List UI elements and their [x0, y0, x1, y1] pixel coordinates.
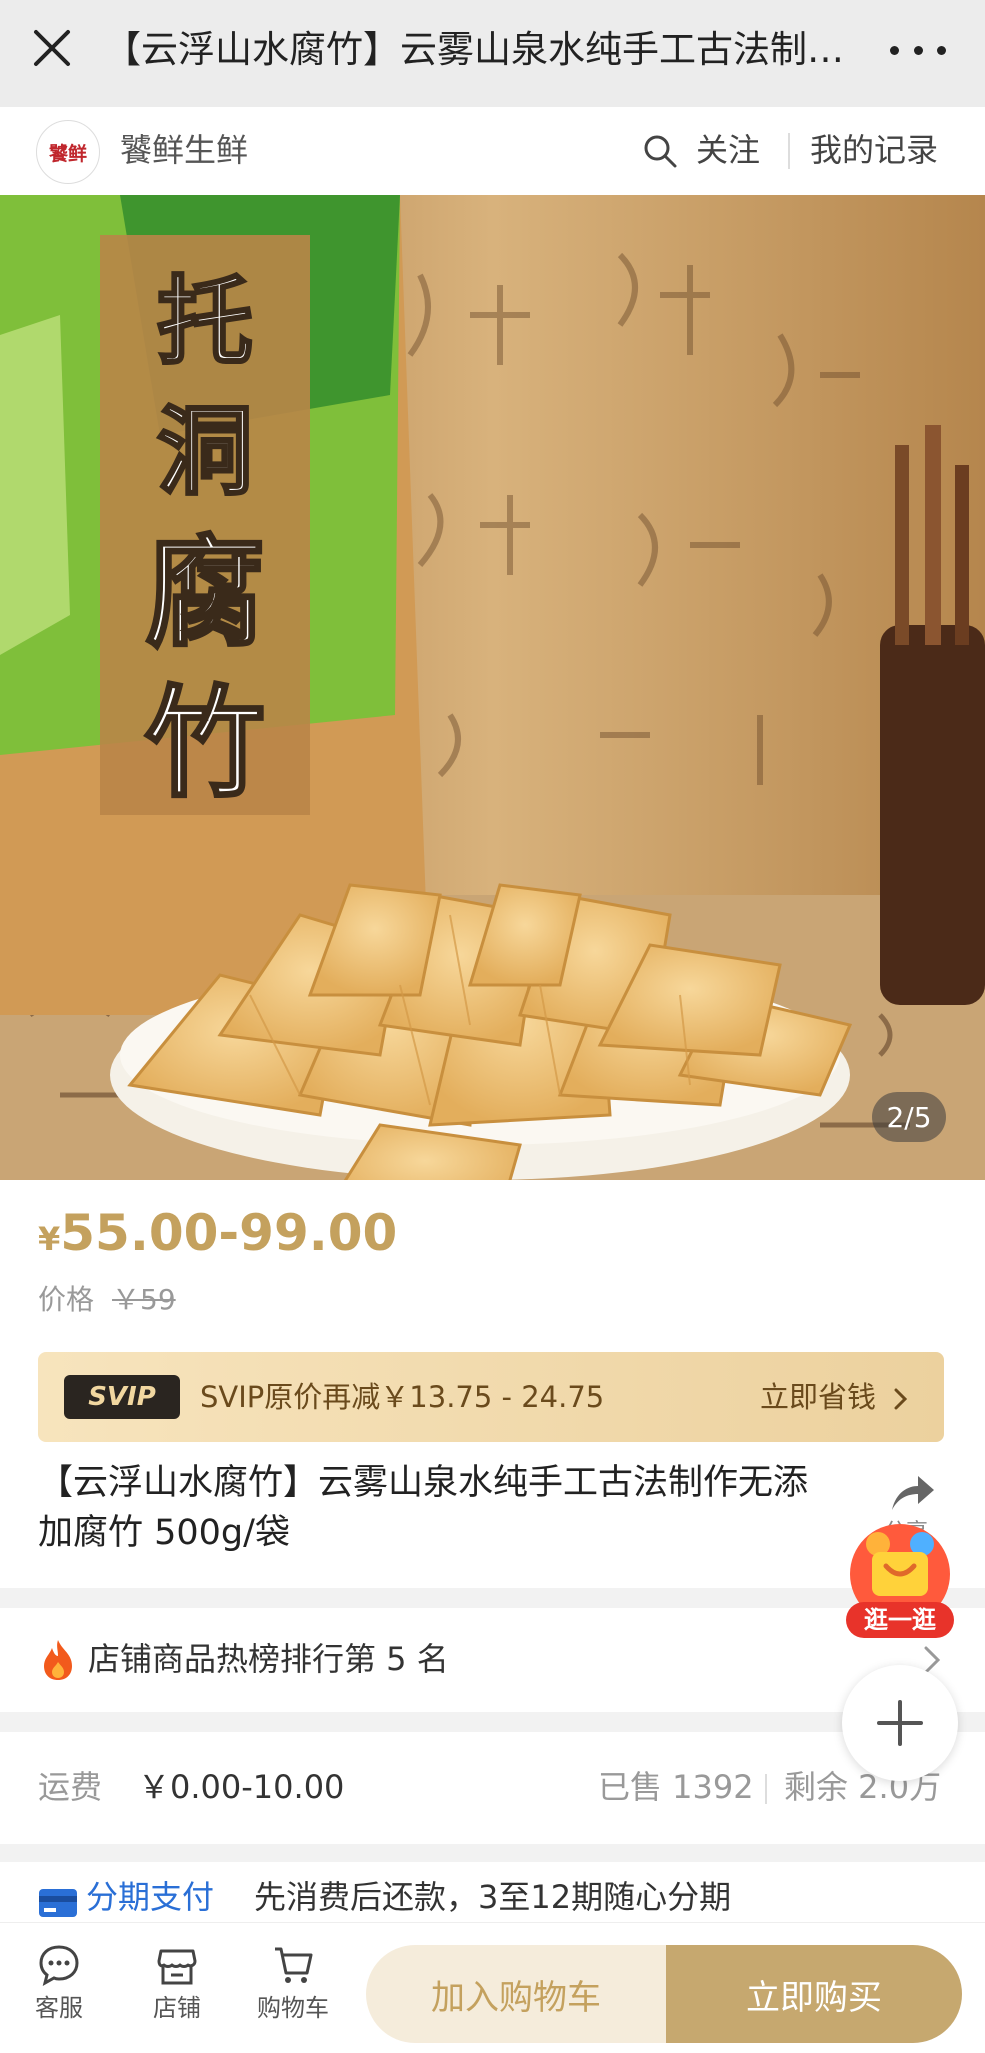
more-icon [890, 45, 899, 55]
svg-text:洞: 洞 [157, 395, 253, 508]
product-photo: 托 洞 腐 竹 [0, 195, 985, 1180]
buy-now-button[interactable]: 立即购买 [666, 1945, 962, 2043]
svip-save-label: 立即省钱 [760, 1380, 877, 1414]
original-price-value: ￥59 [112, 1283, 176, 1316]
more-button[interactable] [890, 30, 946, 70]
product-image[interactable]: 托 洞 腐 竹 [0, 195, 985, 1180]
svip-discount-text: SVIP原价再减￥13.75 - 24.75 [200, 1380, 605, 1414]
svip-banner[interactable]: SVIP SVIP原价再减￥13.75 - 24.75 立即省钱 [38, 1352, 944, 1442]
follow-button[interactable]: 关注 [696, 127, 760, 173]
store-icon [157, 1949, 197, 1985]
browse-button[interactable]: 逛一逛 [838, 1522, 962, 1642]
installment-title: 分期支付 [86, 1878, 215, 1916]
original-price-label: 价格 [38, 1283, 95, 1316]
divider [788, 133, 790, 169]
bottom-action-bar: 客服 店铺 购物车 加入购物车 立即购买 [0, 1922, 985, 2053]
add-to-cart-button[interactable]: 加入购物车 [366, 1945, 666, 2043]
image-page-indicator: 2/5 [872, 1092, 946, 1142]
svg-text:托: 托 [157, 265, 253, 378]
installment-desc: 先消费后还款，3至12期随心分期 [254, 1878, 732, 1916]
title-bar: 【云浮山水腐竹】云雾山泉水纯手工古法制作无添加腐竹 500g/袋 [0, 0, 985, 107]
fire-icon [44, 1640, 72, 1680]
sold-count: 已售 1392 [598, 1768, 754, 1806]
installment-row[interactable]: 分期支付 先消费后还款，3至12期随心分期 [0, 1862, 985, 1922]
tab-store[interactable]: 店铺 [132, 1943, 222, 2025]
shopping-bag-icon: 逛一逛 [846, 1524, 954, 1638]
original-price-row: 价格 ￥59 [38, 1280, 176, 1320]
product-name: 【云浮山水腐竹】云雾山泉水纯手工古法制作无添加腐竹 500g/袋 [38, 1463, 809, 1553]
credit-card-icon [39, 1889, 77, 1917]
my-records-button[interactable]: 我的记录 [810, 127, 938, 173]
page-title: 【云浮山水腐竹】云雾山泉水纯手工古法制作无添加腐竹 500g/袋 [104, 28, 874, 71]
close-icon [34, 30, 70, 66]
tab-label: 客服 [35, 1994, 83, 2022]
svg-text:竹: 竹 [145, 673, 265, 814]
tab-cart[interactable]: 购物车 [248, 1943, 338, 2025]
ranking-text: 店铺商品热榜排行第 5 名 [88, 1640, 449, 1678]
shipping-row: 运费 ￥0.00-10.00 已售 1392 剩余 2.0万 [0, 1732, 985, 1844]
shipping-label: 运费 [38, 1768, 103, 1806]
store-name[interactable]: 饕鲜生鲜 [120, 127, 248, 173]
svg-text:腐: 腐 [145, 523, 265, 664]
tab-label: 购物车 [257, 1994, 329, 2022]
svip-badge: SVIP [64, 1375, 180, 1419]
close-button[interactable] [30, 26, 74, 70]
chevron-right-icon [894, 1388, 908, 1410]
divider [765, 1774, 767, 1804]
search-icon[interactable] [642, 133, 678, 169]
tab-customer-service[interactable]: 客服 [14, 1943, 104, 2025]
tab-label: 店铺 [153, 1994, 201, 2022]
shipping-fee: ￥0.00-10.00 [138, 1768, 345, 1806]
currency-symbol: ¥ [38, 1220, 61, 1258]
cart-icon [275, 1947, 313, 1983]
add-floating-button[interactable] [842, 1665, 958, 1781]
svip-save-button[interactable]: 立即省钱 [760, 1374, 909, 1420]
store-logo[interactable]: 饕鲜 [36, 120, 100, 184]
share-icon[interactable] [888, 1470, 936, 1514]
price-range: 55.00-99.00 [60, 1204, 398, 1262]
browse-label: 逛一逛 [864, 1606, 936, 1634]
price: ¥55.00-99.00 [38, 1200, 397, 1278]
chat-icon [39, 1945, 79, 1986]
store-bar: 饕鲜 饕鲜生鲜 关注 我的记录 [0, 107, 985, 195]
plus-icon [877, 1700, 923, 1746]
